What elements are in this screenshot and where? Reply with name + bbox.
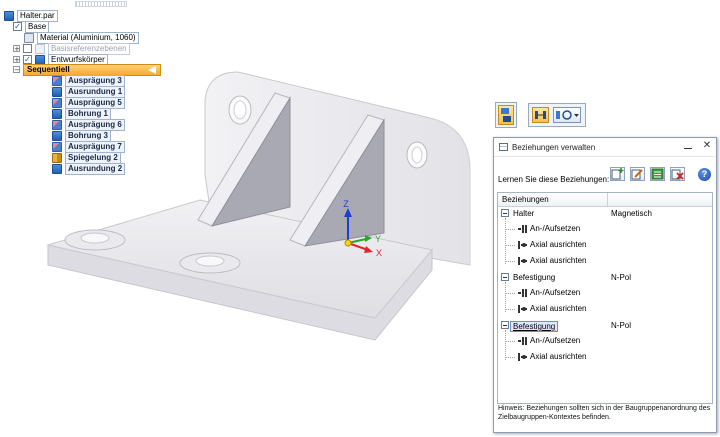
delete-relationship-button[interactable] <box>670 167 685 181</box>
table-row[interactable]: Halter Magnetisch <box>498 207 712 219</box>
part-model[interactable] <box>46 71 471 341</box>
assembly-relationship-button[interactable] <box>498 105 514 125</box>
axial-align-relationship-icon <box>518 257 527 265</box>
triad-x-label: X <box>376 248 382 258</box>
relationship-item-label: Axial ausrichten <box>530 304 587 313</box>
tree-connector <box>506 261 515 262</box>
table-row[interactable]: Befestigung N-Pol <box>498 271 712 283</box>
tree-connector <box>506 229 515 230</box>
tree-connector <box>506 341 515 342</box>
panel-grip[interactable] <box>75 1 127 7</box>
tree-item-material[interactable]: Material (Aluminium, 1060) <box>24 31 139 44</box>
manage-relationships-dialog: Beziehungen verwalten ✕ Lernen Sie diese… <box>493 137 717 433</box>
tree-connector <box>505 330 506 360</box>
collapse-toggle[interactable] <box>501 321 509 329</box>
assembly-command-bar <box>495 102 517 128</box>
table-header: Beziehungen <box>498 193 712 207</box>
table-row[interactable]: Befestigung N-Pol <box>498 319 712 332</box>
column-divider[interactable] <box>607 193 608 206</box>
mate-icon <box>535 111 546 119</box>
axial-align-relationship-icon <box>518 305 527 313</box>
edit-relationship-button[interactable] <box>630 167 645 181</box>
minimize-button[interactable] <box>682 141 694 152</box>
base-checkbox[interactable]: ✓ <box>13 22 22 31</box>
part-name-cell: Halter <box>513 209 535 218</box>
mate-relationship-icon <box>518 225 527 233</box>
tree-connector <box>506 293 515 294</box>
mate-relationship-icon <box>518 289 527 297</box>
tree-item-base[interactable]: ✓ Base <box>13 20 50 33</box>
edit-icon <box>631 169 643 180</box>
tree-connector <box>506 357 515 358</box>
relationship-type-cell: Magnetisch <box>611 209 652 218</box>
relationship-item-label: Axial ausrichten <box>530 240 587 249</box>
close-button[interactable]: ✕ <box>701 141 713 152</box>
relationship-options-bar <box>528 103 586 127</box>
expand-refplanes-toggle[interactable]: + <box>13 45 20 53</box>
relationship-item-label: An-/Aufsetzen <box>530 336 581 345</box>
material-icon <box>24 32 34 43</box>
add-document-icon <box>611 168 624 180</box>
reference-planes-icon <box>35 43 45 54</box>
triad-y-label: Y <box>375 234 381 244</box>
axial-align-icon <box>556 110 579 120</box>
relationship-item-label: Axial ausrichten <box>530 352 587 361</box>
tree-connector <box>506 245 515 246</box>
axial-align-relationship-icon <box>518 353 527 361</box>
collapse-toggle[interactable] <box>501 273 509 281</box>
axial-align-relationship-icon <box>518 241 527 249</box>
column-header-relationships: Beziehungen <box>502 195 549 204</box>
part-file-icon <box>4 10 14 21</box>
mate-options-button[interactable] <box>532 107 549 123</box>
relationship-item-label: Axial ausrichten <box>530 256 587 265</box>
tree-connector <box>505 282 506 312</box>
collapse-toggle[interactable] <box>501 209 509 217</box>
part-name-cell: Befestigung <box>513 273 556 282</box>
align-options-dropdown[interactable] <box>553 107 581 123</box>
relationship-type-cell: N-Pol <box>611 273 632 282</box>
mate-relationship-icon <box>518 337 527 345</box>
refplanes-checkbox[interactable] <box>23 44 32 53</box>
relationship-item-label: An-/Aufsetzen <box>530 288 581 297</box>
tree-root[interactable]: Halter.par <box>4 9 58 22</box>
relationships-table: Beziehungen Halter Magnetisch An-/Aufsetze… <box>497 192 713 404</box>
model-viewport[interactable]: Z Y X <box>0 60 500 360</box>
hint-text: Hinweis: Beziehungen sollten sich in der… <box>498 405 711 421</box>
delete-icon <box>671 169 684 180</box>
relationship-type-cell: N-Pol <box>611 321 632 330</box>
help-button[interactable]: ? <box>698 168 711 181</box>
add-relationship-button[interactable] <box>610 167 625 181</box>
relate-assembly-icon <box>501 108 511 122</box>
dialog-window-icon <box>499 143 508 151</box>
relationship-item-label: An-/Aufsetzen <box>530 224 581 233</box>
part-name-cell: Befestigung <box>510 321 559 332</box>
tree-connector <box>506 309 515 310</box>
dialog-titlebar[interactable]: Beziehungen verwalten ✕ <box>494 138 716 157</box>
tree-item-refplanes[interactable]: + Basisreferenzebenen <box>13 42 130 55</box>
list-icon <box>651 168 664 180</box>
tree-connector <box>505 218 506 264</box>
triad-z-label: Z <box>343 199 349 209</box>
list-relationship-button[interactable] <box>650 167 665 181</box>
dialog-title: Beziehungen verwalten <box>512 143 596 152</box>
learn-label: Lernen Sie diese Beziehungen: <box>498 175 610 184</box>
